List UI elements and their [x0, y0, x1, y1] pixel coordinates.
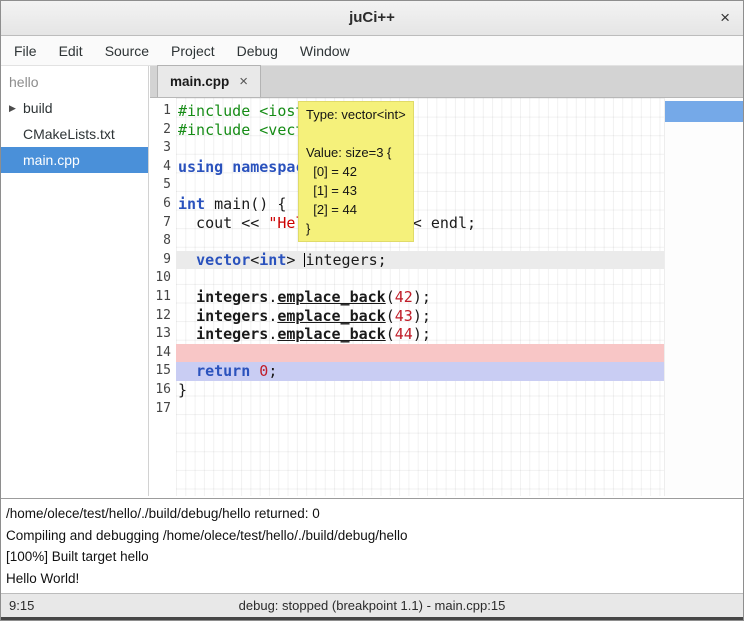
- menu-item-project[interactable]: Project: [160, 38, 226, 64]
- file-tree: ▶build CMakeLists.txt main.cpp: [1, 95, 148, 173]
- code-line-5[interactable]: [176, 176, 664, 195]
- terminal-line: [100%] Built target hello: [6, 546, 738, 568]
- line-number[interactable]: 4: [150, 158, 176, 177]
- line-number[interactable]: 8: [150, 232, 176, 251]
- debug-value-tooltip: Type: vector<int> Value: size=3 { [0] = …: [298, 101, 414, 242]
- tree-item-label: main.cpp: [23, 152, 80, 168]
- terminal-line: Hello World!: [6, 568, 738, 590]
- tree-item-label: build: [23, 100, 53, 116]
- line-number[interactable]: 13: [150, 325, 176, 344]
- menu-item-window[interactable]: Window: [289, 38, 361, 64]
- line-number[interactable]: 9: [150, 251, 176, 270]
- window-title: juCi++: [1, 9, 743, 26]
- title-bar: juCi++ ×: [1, 1, 743, 36]
- code-line-8[interactable]: [176, 232, 664, 251]
- line-number[interactable]: 15: [150, 362, 176, 381]
- code-line-12[interactable]: integers.emplace_back(43);: [176, 307, 664, 326]
- line-number[interactable]: 3: [150, 139, 176, 158]
- tree-item-cmakelists-txt[interactable]: CMakeLists.txt: [1, 121, 148, 147]
- terminal-line: /home/olece/test/hello/./build/debug/hel…: [6, 503, 738, 525]
- tree-item-build[interactable]: ▶build: [1, 95, 148, 121]
- terminal-line: Compiling and debugging /home/olece/test…: [6, 525, 738, 547]
- code-line-6[interactable]: int main() {: [176, 195, 664, 214]
- close-window-icon[interactable]: ×: [720, 8, 730, 28]
- tree-item-main-cpp[interactable]: main.cpp: [1, 147, 148, 173]
- line-number[interactable]: 11: [150, 288, 176, 307]
- project-directory-label: hello: [1, 69, 148, 95]
- status-bar: 9:15 debug: stopped (breakpoint 1.1) - m…: [1, 593, 743, 617]
- code-line-17[interactable]: [176, 400, 664, 419]
- code-editor: 1234567891011121314151617 #include <iost…: [150, 98, 743, 496]
- line-number[interactable]: 5: [150, 176, 176, 195]
- code-line-7[interactable]: cout << "Hello World!" << endl;: [176, 214, 664, 233]
- code-line-14[interactable]: [176, 344, 664, 363]
- debug-status: debug: stopped (breakpoint 1.1) - main.c…: [1, 598, 743, 613]
- minimap[interactable]: [664, 98, 743, 496]
- line-number[interactable]: 17: [150, 400, 176, 419]
- code-line-10[interactable]: [176, 269, 664, 288]
- line-number[interactable]: 2: [150, 121, 176, 140]
- gutter: 1234567891011121314151617: [150, 98, 176, 496]
- line-number[interactable]: 1: [150, 102, 176, 121]
- app-window: juCi++ × FileEditSourceProjectDebugWindo…: [0, 0, 744, 621]
- main-area: main.cpp × 1234567891011121314151617 #in…: [150, 66, 743, 496]
- line-number[interactable]: 7: [150, 214, 176, 233]
- code-line-15[interactable]: return 0;: [176, 362, 664, 381]
- menu-item-file[interactable]: File: [3, 38, 48, 64]
- line-number[interactable]: 12: [150, 307, 176, 326]
- menu-bar: FileEditSourceProjectDebugWindow: [1, 36, 743, 66]
- code-line-1[interactable]: #include <iostream>: [176, 102, 664, 121]
- code-line-2[interactable]: #include <vector>: [176, 121, 664, 140]
- tab-main-cpp[interactable]: main.cpp ×: [157, 65, 261, 97]
- scrollbar-thumb[interactable]: [665, 101, 743, 122]
- code-line-4[interactable]: using namespace std;: [176, 158, 664, 177]
- tab-close-icon[interactable]: ×: [239, 73, 248, 90]
- window-bottom-edge: [1, 617, 743, 621]
- line-number[interactable]: 14: [150, 344, 176, 363]
- tab-label: main.cpp: [170, 74, 229, 89]
- tab-bar: main.cpp ×: [150, 66, 743, 98]
- code-line-9[interactable]: vector<int> integers;: [176, 251, 664, 270]
- menu-item-edit[interactable]: Edit: [48, 38, 94, 64]
- code-line-13[interactable]: integers.emplace_back(44);: [176, 325, 664, 344]
- line-number[interactable]: 16: [150, 381, 176, 400]
- menu-item-source[interactable]: Source: [94, 38, 160, 64]
- code-line-11[interactable]: integers.emplace_back(42);: [176, 288, 664, 307]
- code-line-16[interactable]: }: [176, 381, 664, 400]
- menu-item-debug[interactable]: Debug: [226, 38, 289, 64]
- line-number[interactable]: 10: [150, 269, 176, 288]
- expander-icon[interactable]: ▶: [1, 103, 23, 114]
- tree-item-label: CMakeLists.txt: [23, 126, 115, 142]
- code-lines[interactable]: #include <iostream>#include <vector> usin…: [176, 98, 664, 496]
- terminal-output: /home/olece/test/hello/./build/debug/hel…: [1, 498, 743, 593]
- file-sidebar: hello ▶build CMakeLists.txt main.cpp: [1, 66, 149, 496]
- line-number[interactable]: 6: [150, 195, 176, 214]
- code-line-3[interactable]: [176, 139, 664, 158]
